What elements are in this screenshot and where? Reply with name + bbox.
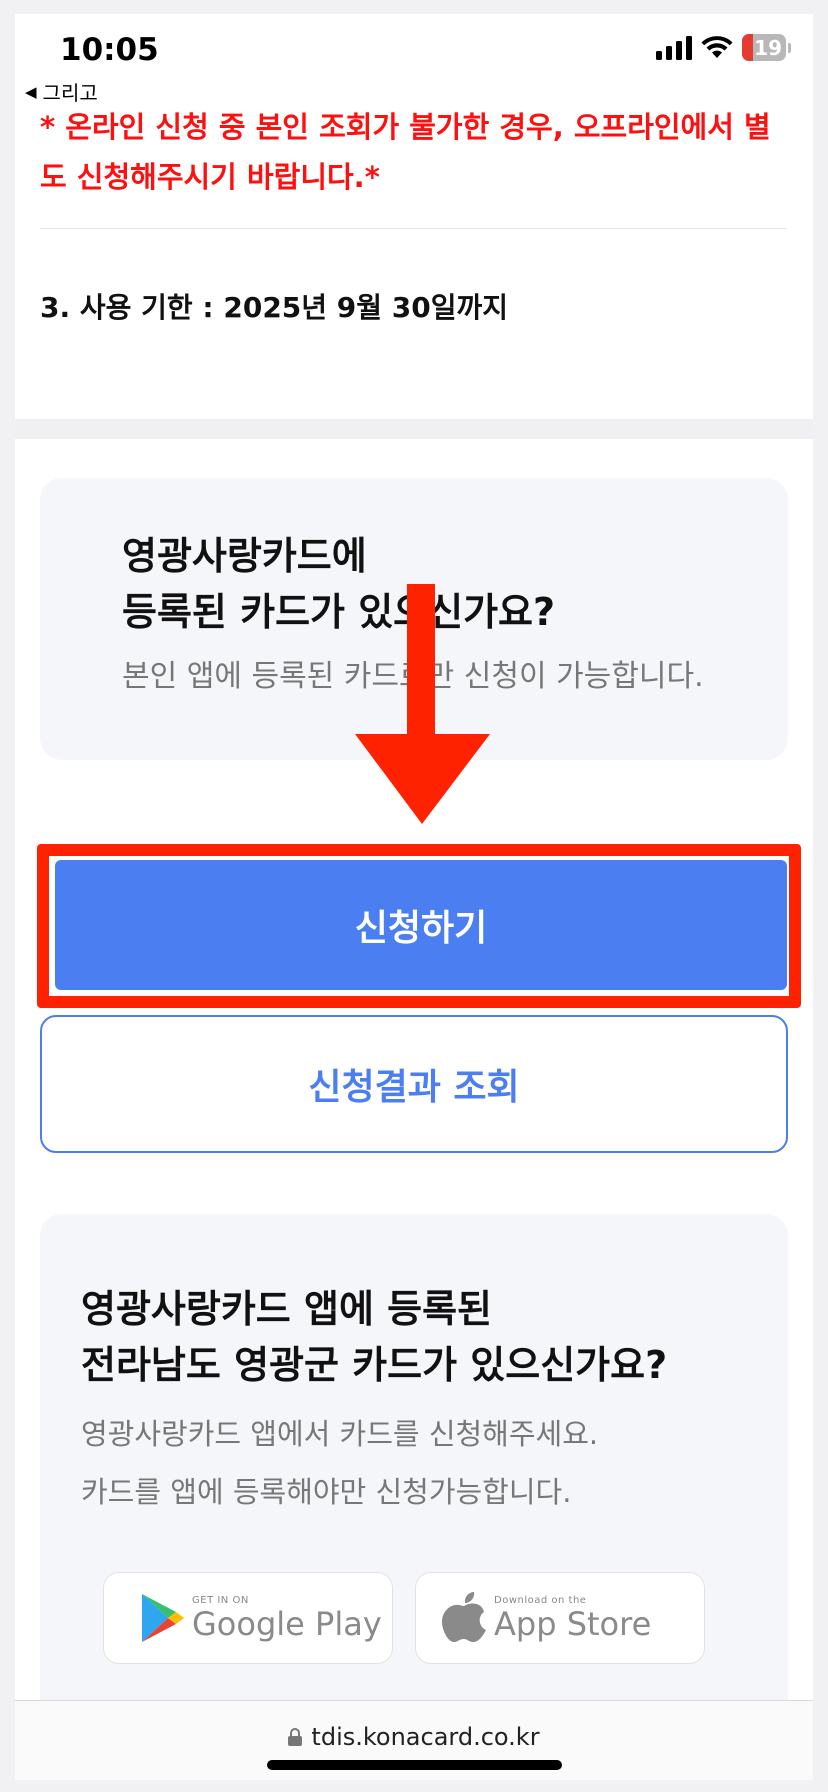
status-icons: 19 xyxy=(656,34,791,61)
wifi-icon xyxy=(701,35,733,58)
lock-icon xyxy=(288,1728,303,1746)
url-display[interactable]: tdis.konacard.co.kr xyxy=(15,1723,813,1751)
result-lookup-button[interactable]: 신청결과 조회 xyxy=(40,1015,788,1153)
apply-button[interactable]: 신청하기 xyxy=(55,860,787,990)
card2-line2: 카드를 앱에 등록해야만 신청가능합니다. xyxy=(81,1475,572,1509)
card2-title: 영광사랑카드 앱에 등록된 전라남도 영광군 카드가 있으신가요? xyxy=(81,1287,668,1387)
back-triangle-icon: ◀ xyxy=(25,82,37,101)
battery-level: 19 xyxy=(754,35,782,60)
divider xyxy=(40,228,787,229)
card2-line1: 영광사랑카드 앱에서 카드를 신청해주세요. xyxy=(81,1417,599,1451)
app-store-label: App Store xyxy=(494,1604,652,1643)
battery-icon: 19 xyxy=(742,34,786,61)
signal-icon xyxy=(656,35,692,60)
home-indicator[interactable] xyxy=(267,1760,562,1770)
google-play-button[interactable]: GET IN ON Google Play xyxy=(103,1572,393,1664)
phone-screen: 10:05 19 ◀ 그리고 * 온라인 신청 중 본인 조회가 불가한 경우,… xyxy=(15,14,813,1780)
usage-term: 3. 사용 기한 : 2025년 9월 30일까지 xyxy=(40,291,509,324)
google-play-small: GET IN ON xyxy=(192,1594,249,1606)
apple-icon xyxy=(442,1592,486,1643)
battery-tip xyxy=(788,42,791,53)
annotation-arrow-icon xyxy=(355,584,490,824)
section-separator xyxy=(15,419,813,439)
status-time: 10:05 xyxy=(60,32,159,68)
url-text: tdis.konacard.co.kr xyxy=(311,1723,540,1751)
google-play-icon xyxy=(142,1594,184,1642)
google-play-label: Google Play xyxy=(192,1604,382,1643)
app-store-small: Download on the xyxy=(494,1594,587,1606)
offline-notice: * 온라인 신청 중 본인 조회가 불가한 경우, 오프라인에서 별도 신청해주… xyxy=(40,110,771,194)
app-card-info: 영광사랑카드 앱에 등록된 전라남도 영광군 카드가 있으신가요? 영광사랑카드… xyxy=(40,1214,788,1714)
app-store-button[interactable]: Download on the App Store xyxy=(415,1572,705,1664)
